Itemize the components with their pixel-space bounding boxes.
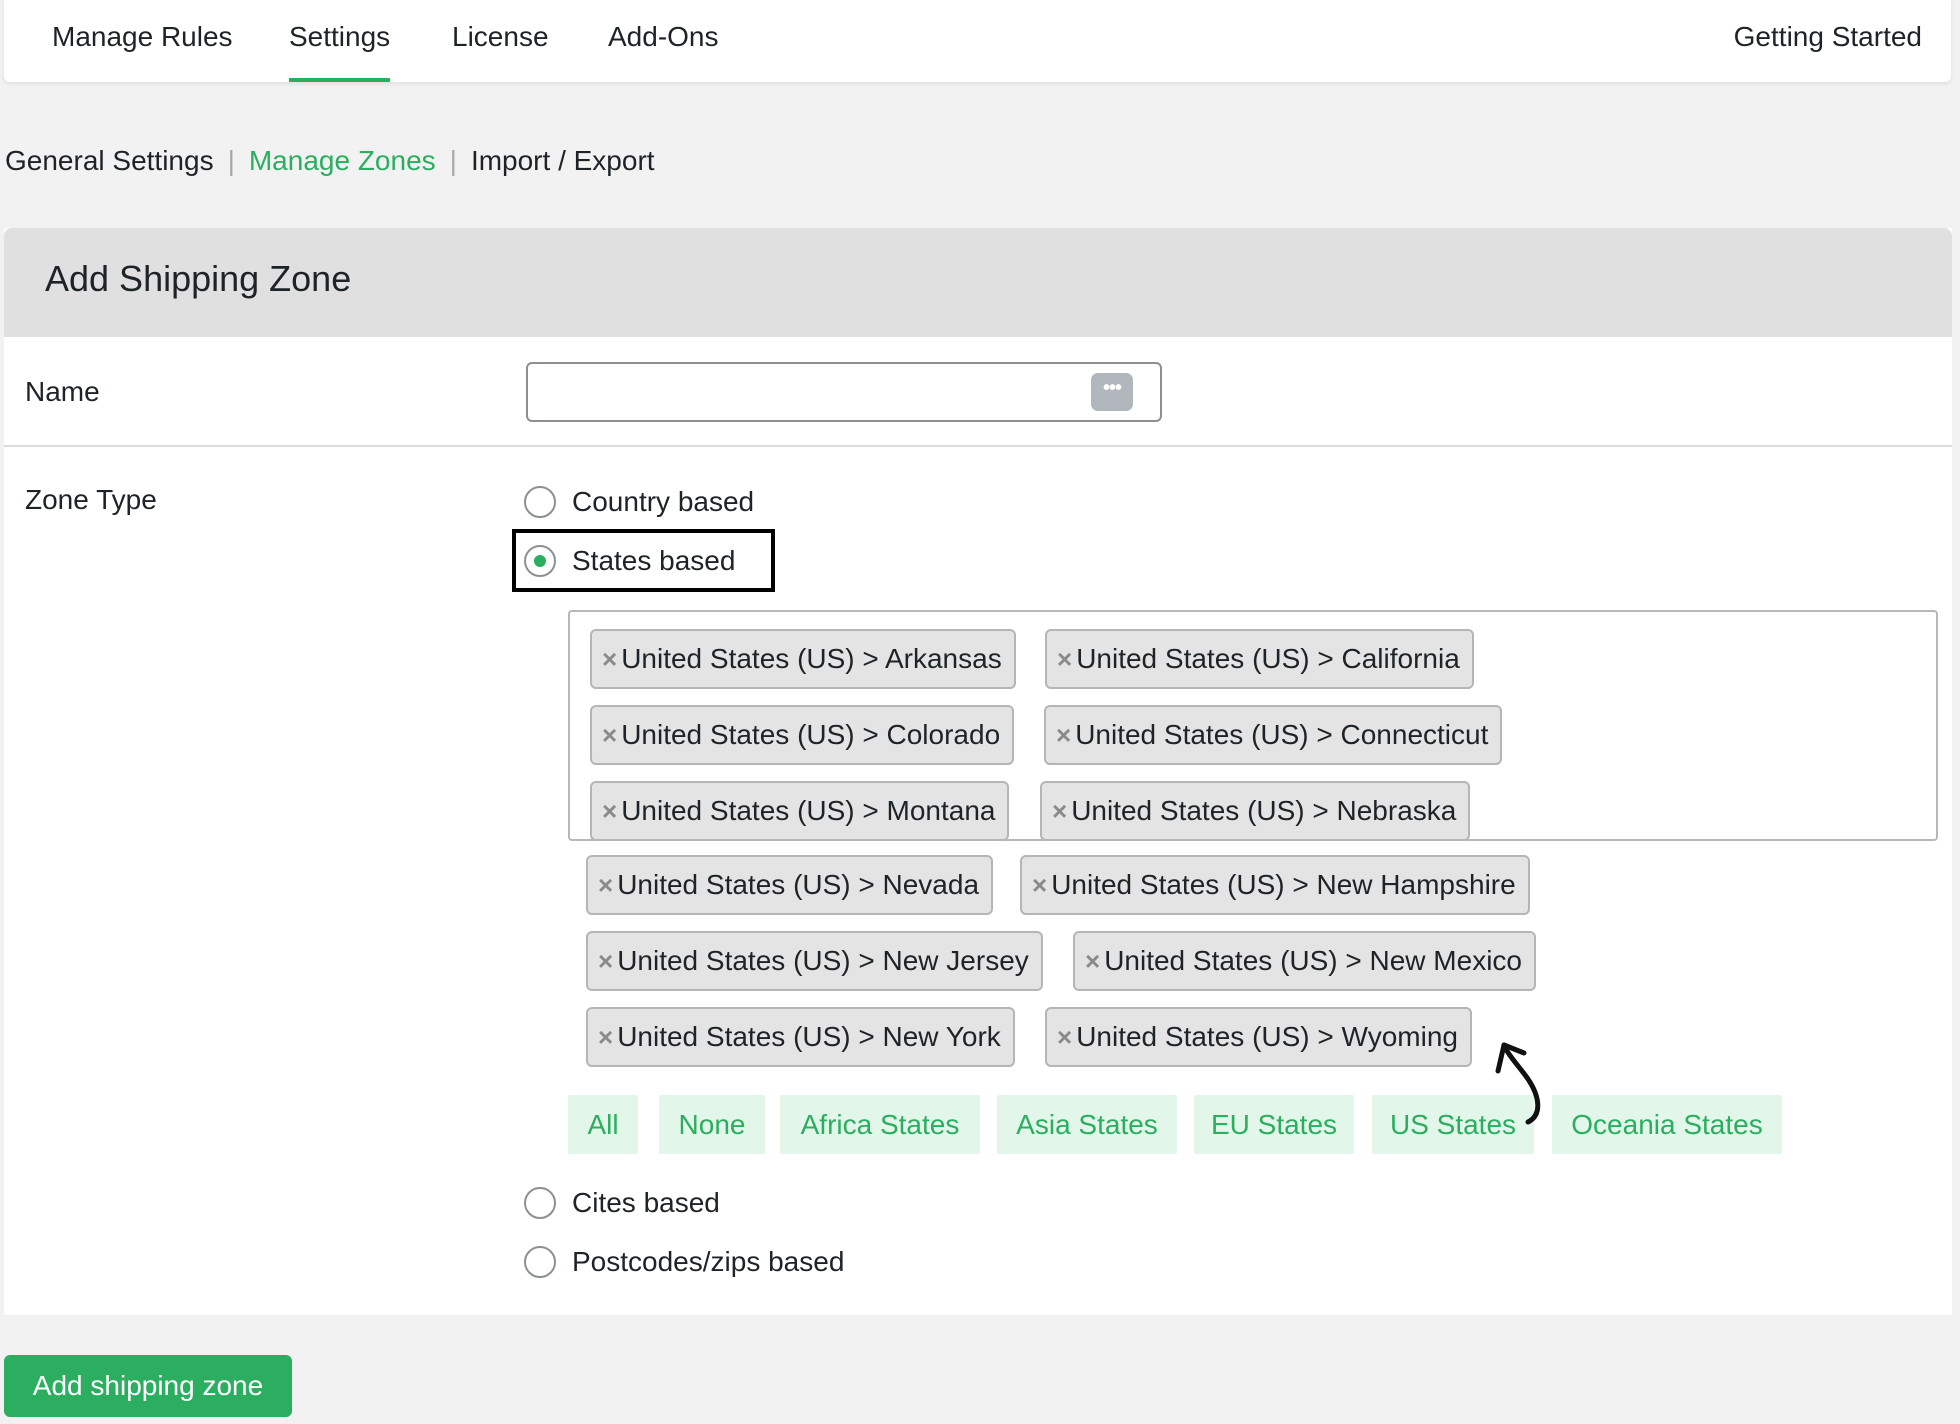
state-tag: × United States (US) > New Hampshire	[1020, 855, 1530, 915]
state-tag: × United States (US) > Nebraska	[1040, 781, 1471, 841]
radio-label: Postcodes/zips based	[572, 1246, 845, 1277]
row-divider	[4, 445, 1952, 447]
subnav-general-settings[interactable]: General Settings	[5, 145, 214, 177]
subnav-separator: |	[227, 145, 235, 176]
tab-manage-rules[interactable]: Manage Rules	[52, 0, 233, 82]
annotation-highlight-box	[512, 529, 775, 592]
select-africa-states-button[interactable]: Africa States	[780, 1095, 980, 1154]
state-tag: × United States (US) > New Mexico	[1073, 931, 1536, 991]
close-icon[interactable]: ×	[598, 1022, 613, 1053]
zone-type-postcodes-based[interactable]: Postcodes/zips based	[524, 1242, 844, 1282]
select-asia-states-button[interactable]: Asia States	[997, 1095, 1177, 1154]
panel-title: Add Shipping Zone	[45, 258, 352, 299]
radio-button[interactable]	[524, 1246, 556, 1278]
subnav-import-export[interactable]: Import / Export	[471, 145, 655, 177]
zone-type-label: Zone Type	[25, 484, 157, 515]
state-tag: × United States (US) > Colorado	[590, 705, 1015, 765]
select-all-button[interactable]: All	[568, 1095, 638, 1154]
radio-label: Country based	[572, 486, 755, 517]
close-icon[interactable]: ×	[1057, 1022, 1072, 1053]
top-navigation: Manage Rules Settings License Add-Ons Ge…	[4, 0, 1951, 82]
sub-navigation: General Settings | Manage Zones | Import…	[5, 141, 655, 181]
state-tag: × United States (US) > California	[1045, 629, 1474, 689]
close-icon[interactable]: ×	[1057, 644, 1072, 675]
close-icon[interactable]: ×	[598, 870, 613, 901]
subnav-manage-zones[interactable]: Manage Zones	[249, 145, 436, 177]
close-icon[interactable]: ×	[598, 946, 613, 977]
tab-license[interactable]: License	[452, 0, 549, 82]
state-tag: × United States (US) > New York	[586, 1007, 1015, 1067]
name-label: Name	[25, 376, 100, 407]
close-icon[interactable]: ×	[602, 720, 617, 751]
curved-arrow-icon	[1495, 1042, 1541, 1125]
close-icon[interactable]: ×	[1056, 720, 1071, 751]
state-tag: × United States (US) > Wyoming	[1045, 1007, 1472, 1067]
close-icon[interactable]: ×	[1052, 796, 1067, 827]
radio-button[interactable]	[524, 1187, 556, 1219]
selected-states-box[interactable]: × United States (US) > Arkansas × United S…	[568, 610, 1938, 841]
radio-label: Cites based	[572, 1187, 720, 1218]
add-shipping-zone-button[interactable]: Add shipping zone	[4, 1355, 292, 1417]
select-none-button[interactable]: None	[659, 1095, 765, 1154]
close-icon[interactable]: ×	[1085, 946, 1100, 977]
add-shipping-zone-panel: Add Shipping Zone Name ••• Zone Type Cou…	[4, 228, 1952, 1315]
state-tag: × United States (US) > Connecticut	[1044, 705, 1503, 765]
panel-header: Add Shipping Zone	[4, 228, 1952, 337]
subnav-separator: |	[449, 145, 457, 176]
zone-type-country-based[interactable]: Country based	[524, 482, 754, 522]
state-tag: × United States (US) > New Jersey	[586, 931, 1043, 991]
state-tag: × United States (US) > Arkansas	[590, 629, 1016, 689]
select-oceania-states-button[interactable]: Oceania States	[1552, 1095, 1782, 1154]
state-tag: × United States (US) > Nevada	[586, 855, 994, 915]
state-tag: × United States (US) > Montana	[590, 781, 1010, 841]
tab-settings[interactable]: Settings	[289, 0, 391, 82]
close-icon[interactable]: ×	[1032, 870, 1047, 901]
getting-started-link[interactable]: Getting Started	[1734, 0, 1922, 82]
password-manager-ellipsis-icon[interactable]: •••	[1091, 373, 1133, 411]
select-eu-states-button[interactable]: EU States	[1194, 1095, 1354, 1154]
zone-type-cities-based[interactable]: Cites based	[524, 1183, 720, 1223]
radio-button[interactable]	[524, 486, 556, 518]
close-icon[interactable]: ×	[602, 796, 617, 827]
tab-add-ons[interactable]: Add-Ons	[608, 0, 719, 82]
zone-name-input[interactable]	[526, 362, 1162, 422]
close-icon[interactable]: ×	[602, 644, 617, 675]
